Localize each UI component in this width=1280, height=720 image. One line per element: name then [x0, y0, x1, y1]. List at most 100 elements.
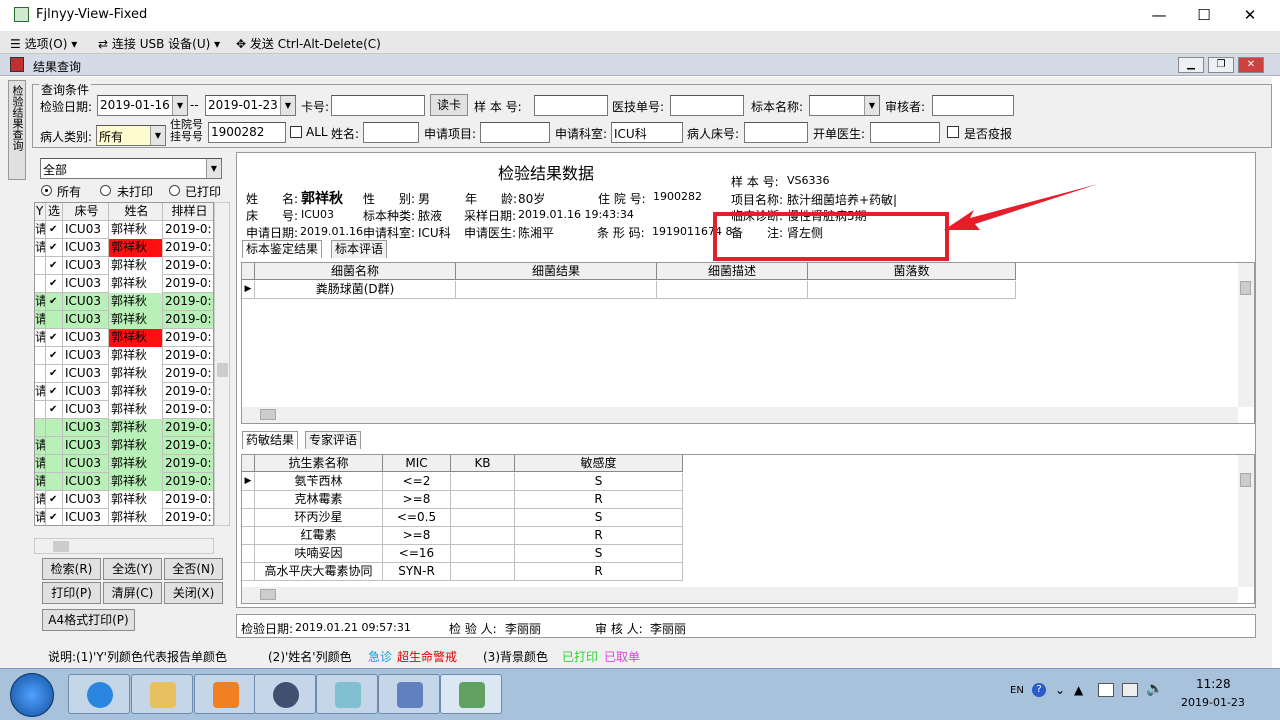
select-checkbox[interactable]: [46, 473, 63, 491]
col-y[interactable]: Y: [35, 203, 46, 221]
mic-cell[interactable]: >=8: [383, 491, 451, 509]
col-bacteria-name[interactable]: 细菌名称: [255, 263, 456, 280]
clear-button[interactable]: 清屏(C): [103, 582, 162, 604]
kb-cell[interactable]: [451, 473, 515, 491]
scroll-thumb[interactable]: [53, 541, 69, 552]
col-date[interactable]: 排样日: [163, 203, 213, 221]
scroll-thumb[interactable]: [1240, 281, 1251, 295]
list-item[interactable]: ✔ ICU03 郭祥秋 2019-0:: [35, 257, 213, 275]
sensitivity-cell[interactable]: S: [515, 545, 683, 563]
monitor-icon[interactable]: [1122, 683, 1138, 697]
menu-send-cad[interactable]: ✥ 发送 Ctrl-Alt-Delete(C): [236, 35, 381, 52]
select-checkbox[interactable]: [46, 437, 63, 455]
taskbar-ie[interactable]: [68, 674, 130, 714]
minimize-button[interactable]: —: [1136, 4, 1182, 26]
list-item[interactable]: 请 ✔ ICU03 郭祥秋 2019-0:: [35, 383, 213, 401]
list-item[interactable]: 请 ✔ ICU03 郭祥秋 2019-0:: [35, 329, 213, 347]
select-checkbox[interactable]: ✔: [46, 221, 63, 239]
col-bacteria-desc[interactable]: 细菌描述: [657, 263, 808, 280]
antibiotic-name-cell[interactable]: 高水平庆大霉素协同: [255, 563, 383, 581]
mic-cell[interactable]: >=8: [383, 527, 451, 545]
side-tab[interactable]: 检验结果查询: [8, 80, 26, 180]
col-sensitivity[interactable]: 敏感度: [515, 455, 683, 472]
scroll-thumb[interactable]: [1240, 473, 1251, 487]
antibiotic-name-cell[interactable]: 红霉素: [255, 527, 383, 545]
select-checkbox[interactable]: ✔: [46, 329, 63, 347]
kb-cell[interactable]: [451, 527, 515, 545]
tray-expand-icon[interactable]: ▲: [1074, 683, 1083, 697]
list-item[interactable]: ✔ ICU03 郭祥秋 2019-0:: [35, 401, 213, 419]
doctor-input[interactable]: [870, 122, 940, 143]
select-checkbox[interactable]: [46, 455, 63, 473]
col-name[interactable]: 姓名: [109, 203, 163, 221]
mdi-restore-button[interactable]: ❐: [1208, 57, 1234, 73]
bacteria-vscroll[interactable]: [1238, 263, 1254, 407]
menu-options[interactable]: ☰ 选项(O) ▾: [10, 35, 77, 52]
list-item[interactable]: 请 ✔ ICU03 郭祥秋 2019-0:: [35, 221, 213, 239]
taskbar-lis-app[interactable]: [440, 674, 502, 714]
antibiotic-name-cell[interactable]: 呋喃妥因: [255, 545, 383, 563]
tech-no-input[interactable]: [670, 95, 744, 116]
select-checkbox[interactable]: ✔: [46, 491, 63, 509]
list-item[interactable]: ✔ ICU03 郭祥秋 2019-0:: [35, 347, 213, 365]
kb-cell[interactable]: [451, 491, 515, 509]
tray-chevron-icon[interactable]: ⌄: [1055, 683, 1065, 697]
language-indicator[interactable]: EN: [1010, 685, 1024, 696]
sensitivity-cell[interactable]: R: [515, 563, 683, 581]
list-item[interactable]: 请 ICU03 郭祥秋 2019-0:: [35, 455, 213, 473]
date-from-picker[interactable]: 2019-01-16 ▼: [97, 95, 188, 116]
col-colony-count[interactable]: 菌落数: [808, 263, 1016, 280]
select-checkbox[interactable]: ✔: [46, 239, 63, 257]
mic-cell[interactable]: SYN-R: [383, 563, 451, 581]
sample-no-input[interactable]: [534, 95, 608, 116]
list-item[interactable]: 请 ICU03 郭祥秋 2019-0:: [35, 311, 213, 329]
list-item[interactable]: 请 ✔ ICU03 郭祥秋 2019-0:: [35, 239, 213, 257]
list-item[interactable]: ✔ ICU03 郭祥秋 2019-0:: [35, 365, 213, 383]
select-all-button[interactable]: 全选(Y): [103, 558, 162, 580]
antibiotic-name-cell[interactable]: 环丙沙星: [255, 509, 383, 527]
list-item[interactable]: ICU03 郭祥秋 2019-0:: [35, 419, 213, 437]
start-button[interactable]: [10, 673, 54, 717]
list-hscroll[interactable]: [34, 538, 214, 554]
network-icon[interactable]: [1098, 683, 1114, 697]
clock-time[interactable]: 11:28: [1196, 677, 1231, 691]
radio-unprinted[interactable]: [100, 185, 111, 196]
mic-cell[interactable]: <=2: [383, 473, 451, 491]
antibiotic-name-cell[interactable]: 氨苄西林: [255, 473, 383, 491]
list-item[interactable]: 请 ✔ ICU03 郭祥秋 2019-0:: [35, 491, 213, 509]
scroll-thumb[interactable]: [260, 589, 276, 600]
apply-item-input[interactable]: [480, 122, 550, 143]
bacteria-name-cell[interactable]: 粪肠球菌(D群): [255, 281, 456, 299]
tab-sample-comment[interactable]: 标本评语: [331, 240, 388, 258]
select-checkbox[interactable]: ✔: [46, 365, 63, 383]
list-item[interactable]: 请 ✔ ICU03 郭祥秋 2019-0:: [35, 509, 213, 525]
sensitivity-cell[interactable]: R: [515, 491, 683, 509]
select-checkbox[interactable]: ✔: [46, 347, 63, 365]
tab-identification[interactable]: 标本鉴定结果: [242, 240, 323, 258]
kb-cell[interactable]: [451, 563, 515, 581]
help-icon[interactable]: ?: [1032, 683, 1046, 697]
reviewer-input[interactable]: [932, 95, 1014, 116]
tab-expert-comment[interactable]: 专家评语: [305, 431, 362, 449]
volume-icon[interactable]: 🔈: [1146, 681, 1163, 697]
radio-printed[interactable]: [169, 185, 180, 196]
select-checkbox[interactable]: [46, 419, 63, 437]
a4-print-button[interactable]: A4格式打印(P): [42, 609, 135, 631]
sensitivity-cell[interactable]: S: [515, 509, 683, 527]
select-checkbox[interactable]: ✔: [46, 275, 63, 293]
tab-susceptibility[interactable]: 药敏结果: [242, 431, 299, 449]
colony-count-cell[interactable]: [808, 281, 1016, 299]
sensitivity-cell[interactable]: R: [515, 527, 683, 545]
col-antibiotic[interactable]: 抗生素名称: [255, 455, 383, 472]
close-form-button[interactable]: 关闭(X): [164, 582, 223, 604]
select-none-button[interactable]: 全否(N): [164, 558, 223, 580]
col-select[interactable]: 选: [46, 203, 63, 221]
antibiotic-hscroll[interactable]: [242, 587, 1238, 603]
print-button[interactable]: 打印(P): [42, 582, 101, 604]
select-checkbox[interactable]: [46, 311, 63, 329]
clock-date[interactable]: 2019-01-23: [1181, 696, 1245, 709]
all-checkbox[interactable]: [290, 126, 302, 138]
taskbar-media[interactable]: [194, 674, 256, 714]
bacteria-result-cell[interactable]: [456, 281, 657, 299]
menu-usb[interactable]: ⇄ 连接 USB 设备(U) ▾: [98, 35, 220, 52]
